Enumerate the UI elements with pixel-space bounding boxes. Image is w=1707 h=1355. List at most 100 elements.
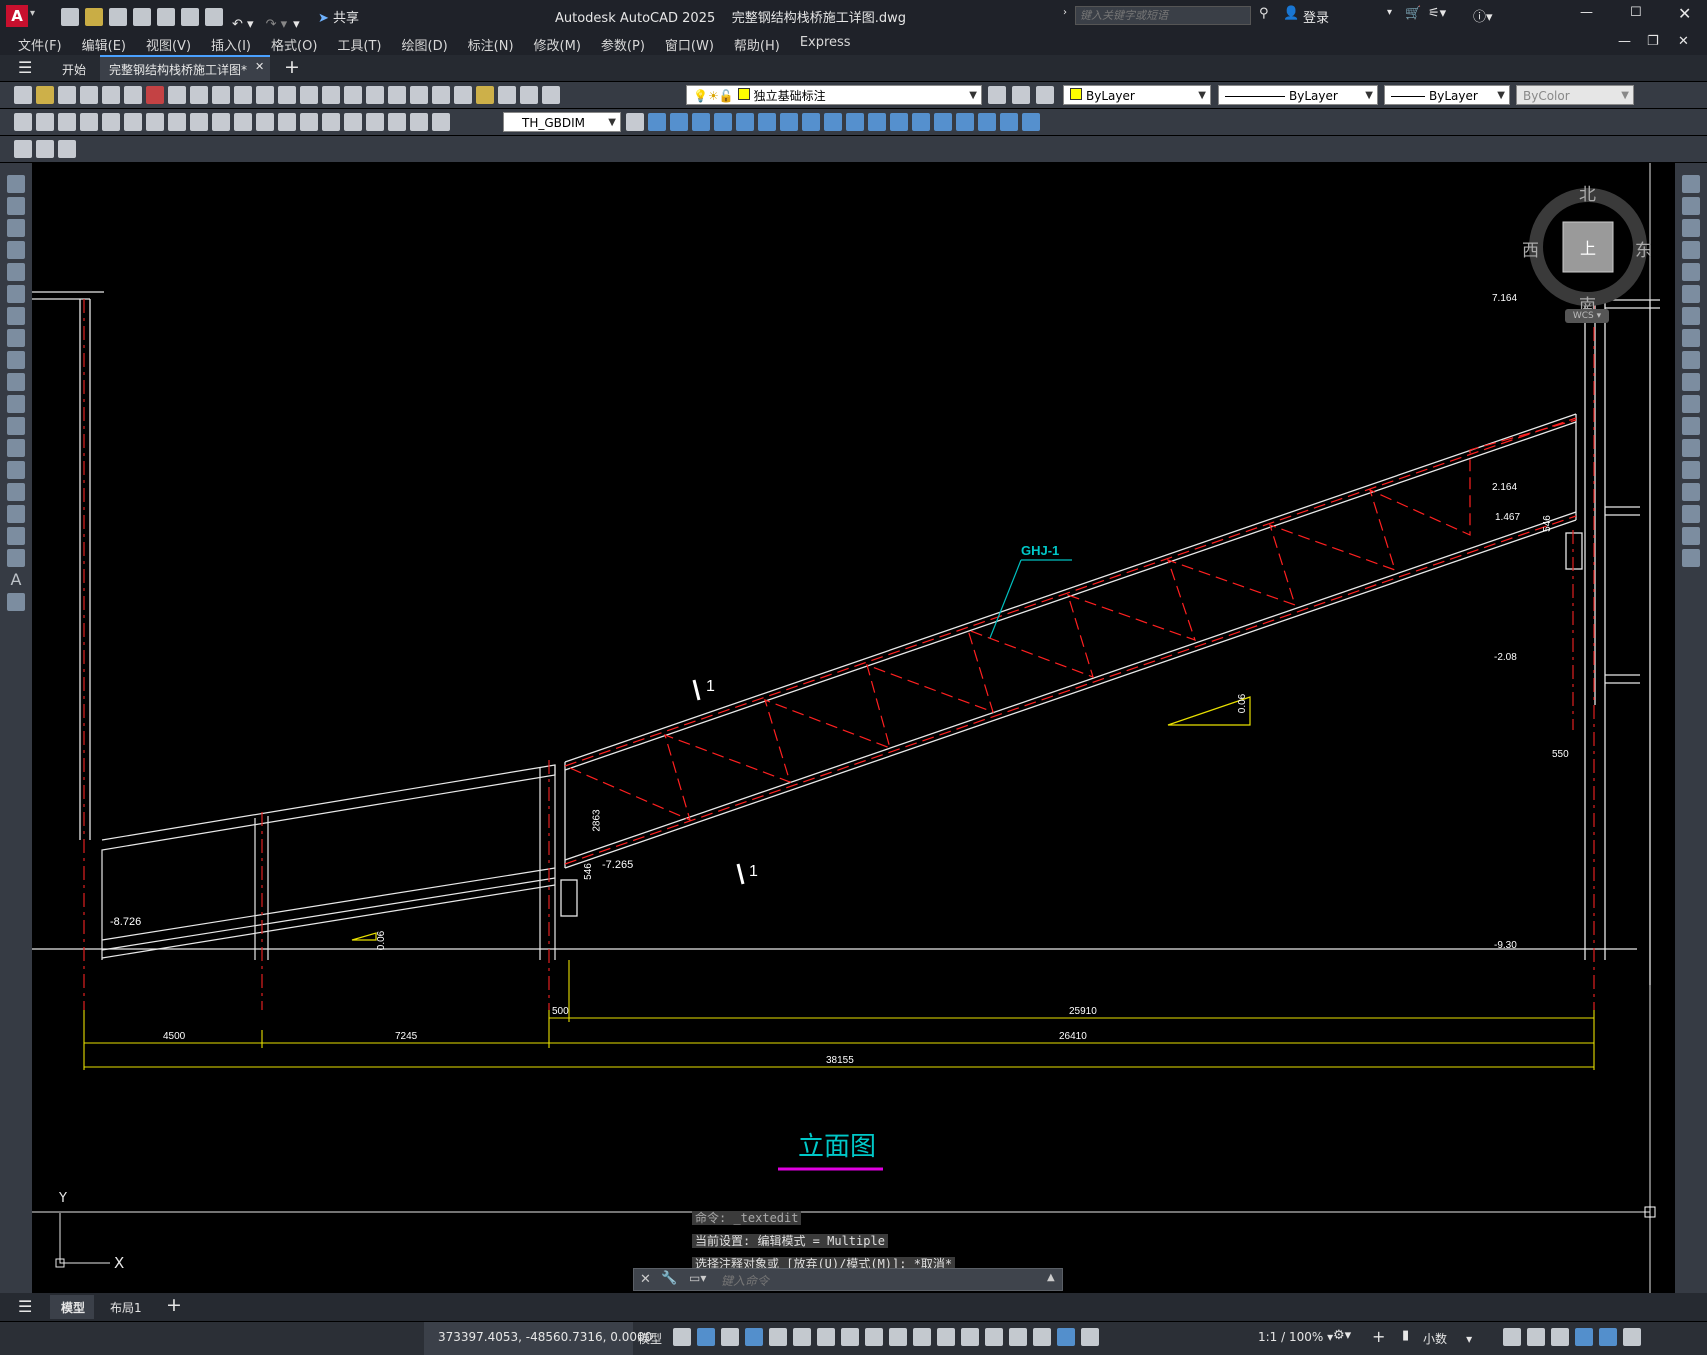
units-dropdown[interactable]: 小数 ▾ xyxy=(1423,1330,1472,1347)
maximize-icon[interactable]: ☐ xyxy=(1630,5,1642,20)
color-dropdown[interactable]: ByLayer ▼ xyxy=(1063,85,1211,105)
polyline-icon[interactable] xyxy=(7,219,25,237)
search-icon[interactable]: ⚲ xyxy=(1259,6,1269,21)
copy-faces-icon[interactable] xyxy=(846,113,864,131)
dim-edit-icon[interactable] xyxy=(388,113,406,131)
cart-icon[interactable]: 🛒 xyxy=(1405,6,1421,21)
dim-update-icon[interactable] xyxy=(432,113,450,131)
menu-dimension[interactable]: 标注(N) xyxy=(468,35,514,54)
autodesk-app-icon[interactable]: ⚟▾ xyxy=(1428,6,1446,21)
hatch-icon[interactable] xyxy=(7,483,25,501)
taper-faces-icon[interactable] xyxy=(824,113,842,131)
attribute-edit-icon[interactable] xyxy=(36,140,54,158)
matchprop-icon[interactable] xyxy=(234,86,252,104)
customize-qat-icon[interactable]: ▾ xyxy=(293,17,300,32)
doc-minimize-icon[interactable]: — xyxy=(1618,34,1631,49)
redo-tb-icon[interactable] xyxy=(300,86,318,104)
save-web-icon[interactable] xyxy=(181,8,199,26)
gizmo-icon[interactable] xyxy=(1033,1328,1051,1346)
coordinates-display[interactable]: 373397.4053, -48560.7316, 0.0000 xyxy=(424,1322,652,1355)
tab-model[interactable]: 模型 xyxy=(50,1295,94,1319)
fillet-icon[interactable] xyxy=(1682,505,1700,523)
tab-active-document[interactable]: 完整钢结构栈桥施工详图* ✕ xyxy=(100,55,270,81)
separate-icon[interactable] xyxy=(978,113,996,131)
auto-scale-icon[interactable] xyxy=(1081,1328,1099,1346)
plot-icon[interactable] xyxy=(205,8,223,26)
trim-icon[interactable] xyxy=(1682,373,1700,391)
close-icon[interactable]: ✕ xyxy=(1678,4,1691,23)
tab-close-icon[interactable]: ✕ xyxy=(255,60,264,73)
add-selected-icon[interactable] xyxy=(7,593,25,611)
shell-icon[interactable] xyxy=(1000,113,1018,131)
isodraft-icon[interactable] xyxy=(817,1328,835,1346)
jogged-linear-icon[interactable] xyxy=(366,113,384,131)
snap-icon[interactable] xyxy=(697,1328,715,1346)
region-icon[interactable] xyxy=(7,527,25,545)
tab-layout1[interactable]: 布局1 xyxy=(110,1299,142,1316)
imprint-icon[interactable] xyxy=(934,113,952,131)
hardware-acceleration-icon[interactable] xyxy=(1575,1328,1593,1346)
stretch-icon[interactable] xyxy=(1682,351,1700,369)
move-icon[interactable] xyxy=(1682,285,1700,303)
make-block-icon[interactable] xyxy=(7,439,25,457)
print-icon[interactable] xyxy=(80,86,98,104)
selection-cycling-icon[interactable] xyxy=(937,1328,955,1346)
help-tb-icon[interactable] xyxy=(520,86,538,104)
command-customize-icon[interactable]: 🔧 xyxy=(661,1271,677,1286)
dimstyle-manager-icon[interactable] xyxy=(626,113,644,131)
menu-window[interactable]: 窗口(W) xyxy=(665,35,714,54)
center-mark-icon[interactable] xyxy=(322,113,340,131)
dim-arc-icon[interactable] xyxy=(58,113,76,131)
copy-object-icon[interactable] xyxy=(1682,197,1700,215)
copy-icon[interactable] xyxy=(190,86,208,104)
lock-ui-icon[interactable] xyxy=(1527,1328,1545,1346)
model-space-button[interactable]: 模型 xyxy=(638,1330,662,1347)
line-icon[interactable] xyxy=(7,175,25,193)
tolerance-icon[interactable] xyxy=(300,113,318,131)
tab-start[interactable]: 开始 xyxy=(62,61,86,78)
rectangle-icon[interactable] xyxy=(7,263,25,281)
command-input[interactable] xyxy=(719,1270,1043,1291)
object-snap-tracking-icon[interactable] xyxy=(841,1328,859,1346)
copy-edges-icon[interactable] xyxy=(890,113,908,131)
dim-angular-icon[interactable] xyxy=(168,113,186,131)
make-current-layer-icon[interactable] xyxy=(988,86,1006,104)
construction-line-icon[interactable] xyxy=(7,197,25,215)
menu-view[interactable]: 视图(V) xyxy=(146,35,191,54)
zoom-realtime-icon[interactable] xyxy=(344,86,362,104)
union-icon[interactable] xyxy=(648,113,666,131)
isolate-objects-icon[interactable] xyxy=(1551,1328,1569,1346)
edit-text-icon[interactable] xyxy=(14,140,32,158)
ellipse-arc-icon[interactable] xyxy=(7,395,25,413)
block-edit-icon[interactable] xyxy=(256,86,274,104)
dynamic-ucs-icon[interactable] xyxy=(985,1328,1003,1346)
mirror-icon[interactable] xyxy=(1682,219,1700,237)
viewcube-west[interactable]: 西 xyxy=(1522,236,1539,261)
doc-close-icon[interactable]: ✕ xyxy=(1678,34,1689,49)
dim-space-icon[interactable] xyxy=(256,113,274,131)
publish-icon[interactable] xyxy=(124,86,142,104)
new-icon[interactable] xyxy=(61,8,79,26)
zoom-previous-icon[interactable] xyxy=(388,86,406,104)
dim-ordinate-icon[interactable] xyxy=(80,113,98,131)
open-web-icon[interactable] xyxy=(157,8,175,26)
break-icon[interactable] xyxy=(1682,439,1700,457)
annotation-scale-dropdown[interactable]: 1:1 / 100% ▾ xyxy=(1258,1330,1333,1344)
dim-diameter-icon[interactable] xyxy=(146,113,164,131)
tool-palettes-icon[interactable] xyxy=(454,86,472,104)
properties-icon[interactable] xyxy=(410,86,428,104)
qdim-icon[interactable] xyxy=(190,113,208,131)
point-icon[interactable] xyxy=(7,461,25,479)
user-icon[interactable]: 👤 xyxy=(1283,6,1299,21)
mtext-icon[interactable]: A xyxy=(7,571,25,589)
inspection-icon[interactable] xyxy=(344,113,362,131)
customization-icon[interactable] xyxy=(1623,1328,1641,1346)
viewcube-top-label[interactable]: 上 xyxy=(1580,235,1596,259)
zoom-window-icon[interactable] xyxy=(366,86,384,104)
ellipse-icon[interactable] xyxy=(7,373,25,391)
qopen-icon[interactable] xyxy=(36,86,54,104)
dim-linear-icon[interactable] xyxy=(14,113,32,131)
dimstyle-dropdown[interactable]: TH_GBDIM ▼ xyxy=(503,112,621,132)
plotstyle-dropdown[interactable]: ByColor ▼ xyxy=(1516,85,1634,105)
pan-icon[interactable] xyxy=(322,86,340,104)
